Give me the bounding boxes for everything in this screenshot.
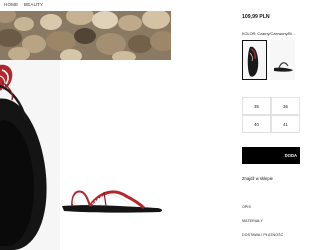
size-option[interactable]: 41 — [271, 115, 300, 133]
size-grid: 35 36 40 41 — [242, 97, 300, 133]
color-label: KOLOR: Czarny/Czerwony/Bi... — [242, 32, 295, 36]
nav-beauty-link[interactable]: BEAUTY — [24, 2, 43, 7]
accordion-materials[interactable]: MATERIAŁY — [242, 219, 263, 223]
size-option[interactable]: 36 — [271, 97, 300, 115]
sandal-thumb-icon — [247, 46, 259, 77]
sandal-photo-closeup — [0, 64, 47, 250]
accordion-delivery[interactable]: DOSTAWA I PŁATNOŚĆ — [242, 233, 283, 237]
top-nav: HOME BEAUTY — [0, 0, 230, 11]
color-thumb-alt[interactable] — [270, 40, 295, 80]
stones-image — [0, 11, 171, 60]
find-in-store-link[interactable]: Znajdź w sklepie — [242, 176, 273, 181]
product-price: 109,99 PLN — [242, 14, 270, 20]
size-option[interactable]: 40 — [242, 115, 271, 133]
accordion-description[interactable]: OPIS — [242, 205, 251, 209]
nav-home-link[interactable]: HOME — [4, 2, 18, 7]
color-thumb-selected[interactable] — [242, 40, 267, 80]
size-option[interactable]: 35 — [242, 97, 271, 115]
add-to-cart-button[interactable]: DODA — [242, 147, 300, 164]
sandal-photo-side — [62, 190, 163, 213]
sandal-thumb-alt-icon — [274, 62, 293, 72]
